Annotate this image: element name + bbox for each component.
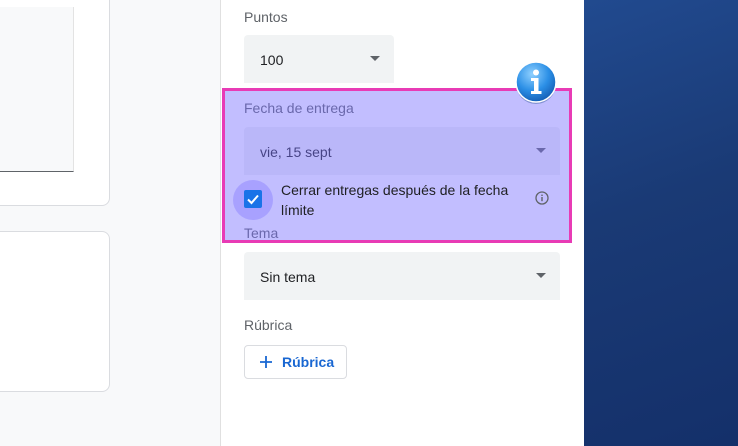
- close-after-due-label: Cerrar entregas después de la fecha lími…: [281, 182, 509, 218]
- points-value: 100: [260, 52, 284, 68]
- check-icon: [247, 194, 259, 205]
- plus-icon: [260, 356, 272, 368]
- content-card-bottom: [0, 231, 110, 392]
- text-area-preview: [0, 7, 74, 172]
- left-content-panel: [0, 0, 221, 446]
- topic-select[interactable]: Sin tema: [244, 252, 560, 300]
- desktop-background: [584, 0, 738, 446]
- add-rubric-button[interactable]: Rúbrica: [244, 345, 347, 379]
- content-card-top: [0, 0, 110, 206]
- points-select[interactable]: 100: [244, 35, 394, 83]
- rubric-label: Rúbrica: [244, 317, 293, 333]
- info-icon[interactable]: [535, 191, 549, 205]
- info-badge-icon: [515, 61, 557, 104]
- close-after-due-checkbox[interactable]: [244, 190, 262, 208]
- points-label: Puntos: [244, 9, 288, 25]
- caret-down-icon: [370, 56, 380, 61]
- add-rubric-label: Rúbrica: [282, 354, 335, 370]
- caret-down-icon: [536, 273, 546, 278]
- topic-value: Sin tema: [260, 269, 316, 285]
